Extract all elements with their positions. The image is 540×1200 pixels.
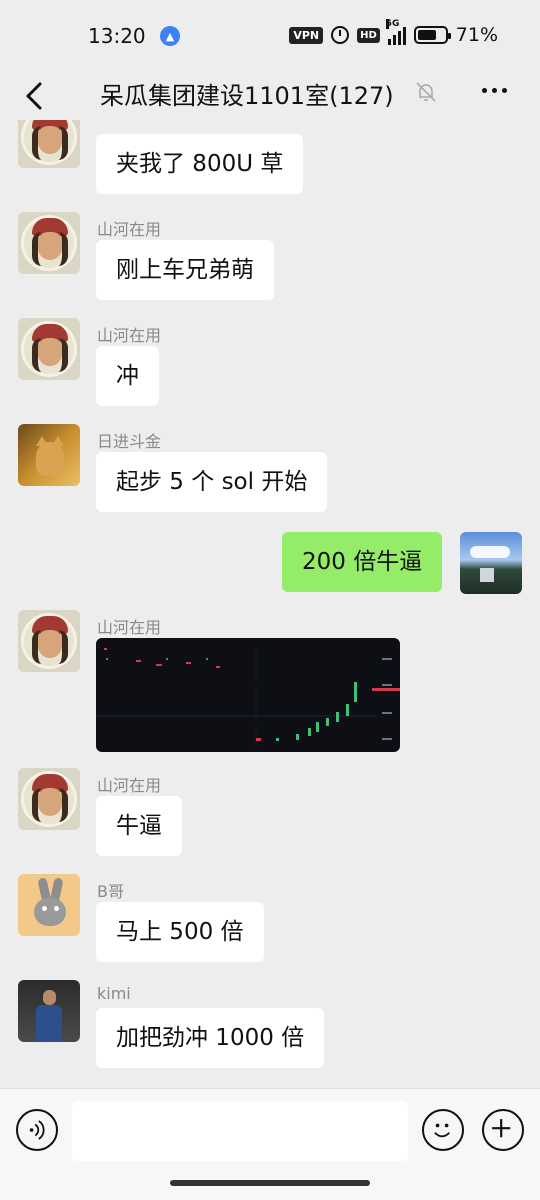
message-bubble[interactable]: 夹我了 800U 草 — [96, 134, 304, 194]
avatar[interactable] — [18, 980, 80, 1042]
avatar[interactable] — [18, 424, 80, 486]
avatar[interactable] — [18, 874, 80, 936]
network-type: 5G — [385, 19, 400, 29]
message-bubble[interactable]: 冲 — [96, 346, 159, 406]
battery-percent: 71% — [455, 24, 498, 46]
message-bubble[interactable]: 加把劲冲 1000 倍 — [96, 1008, 325, 1068]
avatar[interactable] — [18, 120, 80, 168]
avatar[interactable] — [18, 610, 80, 672]
image-message[interactable] — [96, 638, 400, 752]
status-bar: 13:20 ▲ VPN HD 5G 71% — [0, 0, 540, 72]
message-bubble[interactable]: 马上 500 倍 — [96, 902, 264, 962]
message-bubble[interactable]: 刚上车兄弟萌 — [96, 240, 274, 300]
sender-name: 日进斗金 — [97, 432, 162, 451]
battery-icon — [413, 26, 451, 44]
sender-name: 山河在用 — [97, 776, 162, 795]
avatar[interactable] — [18, 768, 80, 830]
bell-muted-icon — [416, 82, 436, 102]
sender-name: kimi — [97, 984, 131, 1003]
more-horizontal-icon[interactable] — [482, 88, 507, 93]
chat-title[interactable]: 呆瓜集团建设1101室(127) — [100, 76, 394, 111]
message-bubble[interactable]: 起步 5 个 sol 开始 — [96, 452, 328, 512]
sender-name: 山河在用 — [97, 220, 162, 239]
alarm-icon — [331, 26, 350, 44]
voice-icon[interactable] — [16, 1109, 58, 1151]
chat-header: 呆瓜集团建设1101室(127) — [0, 72, 540, 120]
sender-name: 山河在用 — [97, 618, 162, 637]
hd-badge: HD — [357, 27, 380, 43]
message-bubble[interactable]: 牛逼 — [96, 796, 182, 856]
candlestick-chart-thumbnail — [96, 648, 400, 748]
home-indicator[interactable] — [170, 1180, 370, 1186]
chevron-left-icon[interactable] — [22, 80, 50, 112]
vpn-badge: VPN — [289, 26, 324, 44]
status-time: 13:20 — [88, 24, 146, 48]
message-input[interactable] — [72, 1101, 408, 1161]
avatar-self[interactable] — [460, 532, 522, 594]
emoji-icon[interactable] — [422, 1109, 464, 1151]
avatar[interactable] — [18, 318, 80, 380]
message-bubble-self[interactable]: 200 倍牛逼 — [282, 532, 443, 592]
sender-name: 山河在用 — [97, 326, 162, 345]
plus-icon[interactable] — [482, 1109, 524, 1151]
status-indicators: VPN HD 5G 71% — [289, 19, 498, 46]
signal-icon: 5G — [385, 19, 406, 45]
message-list[interactable]: 夹我了 800U 草 山河在用 刚上车兄弟萌 山河在用 冲 日进斗金 起步 5 … — [0, 120, 540, 1088]
navigation-app-icon: ▲ — [160, 26, 180, 46]
sender-name: B哥 — [97, 882, 124, 901]
avatar[interactable] — [18, 212, 80, 274]
battery-fill — [417, 30, 437, 40]
